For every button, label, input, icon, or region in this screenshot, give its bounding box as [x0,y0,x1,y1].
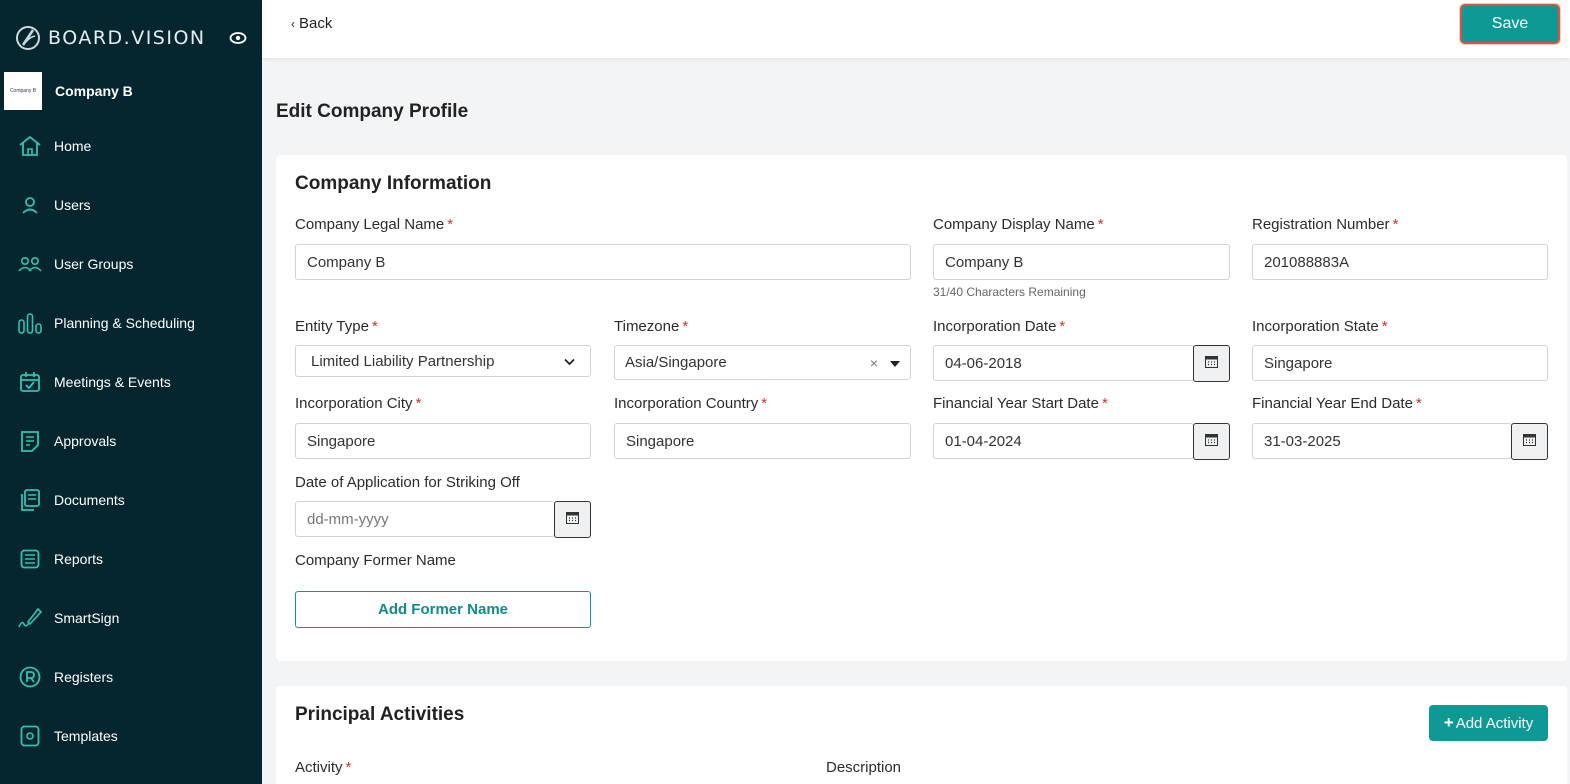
fy-end-calendar-button[interactable] [1511,423,1548,460]
sidebar-item-label: Meetings & Events [54,373,171,390]
sidebar-item-approvals[interactable]: Approvals [0,411,262,470]
sidebar-item-label: User Groups [54,255,134,272]
legal-name-input[interactable]: Company B [295,244,911,280]
section-title-principal-activities: Principal Activities [295,704,465,725]
pen-icon [18,606,42,630]
user-icon [18,193,42,217]
calendar-icon [566,511,579,529]
chevron-down-icon [564,353,575,370]
user-groups-icon [18,252,42,276]
display-name-char-count: 31/40 Characters Remaining [933,285,1086,299]
timezone-select[interactable]: Asia/Singapore × [614,345,911,380]
sidebar-item-reports[interactable]: Reports [0,529,262,588]
fy-start-calendar-button[interactable] [1193,423,1230,460]
incorporation-country-input[interactable]: Singapore [614,423,911,459]
registration-number-label: Registration Number * [1252,216,1399,233]
sidebar-item-label: Users [54,196,91,213]
calendar-icon [1205,433,1218,451]
calendar-icon [1205,355,1218,373]
home-icon [18,134,42,158]
company-logo: Company B [4,72,42,110]
calendar-check-icon [18,370,42,394]
incorporation-date-input[interactable]: 04-06-2018 [933,345,1194,381]
company-switcher[interactable]: Company B Company B [4,72,133,110]
sidebar-item-users[interactable]: Users [0,175,262,234]
incorporation-state-input[interactable]: Singapore [1252,345,1548,381]
sidebar-item-label: Templates [54,727,118,744]
principal-activities-card [276,686,1567,784]
registered-icon [18,665,42,689]
chevron-left-icon: ‹ [291,17,295,31]
striking-off-label: Date of Application for Striking Off [295,474,520,491]
incorporation-city-input[interactable]: Singapore [295,423,591,459]
sidebar-item-home[interactable]: Home [0,116,262,175]
incorporation-date-label: Incorporation Date * [933,318,1066,335]
sidebar-item-documents[interactable]: Documents [0,470,262,529]
fy-end-input[interactable]: 31-03-2025 [1252,423,1512,459]
entity-type-select[interactable]: Limited Liability Partnership [295,345,591,377]
sidebar-item-smartsign[interactable]: SmartSign [0,588,262,647]
sidebar-nav: Home Users User Groups Planning & Schedu… [0,116,262,765]
eye-toggle-icon[interactable] [229,30,247,46]
sidebar-item-meetings[interactable]: Meetings & Events [0,352,262,411]
add-former-name-button[interactable]: Add Former Name [295,591,591,628]
activity-label: Activity * [295,759,352,776]
fy-start-label: Financial Year Start Date * [933,395,1108,412]
page-title: Edit Company Profile [276,101,469,122]
incorporation-city-label: Incorporation City * [295,395,422,412]
fy-start-input[interactable]: 01-04-2024 [933,423,1194,459]
clear-icon[interactable]: × [870,355,878,371]
reports-icon [18,547,42,571]
incorporation-country-label: Incorporation Country * [614,395,768,412]
timezone-label: Timezone * [614,318,689,335]
sidebar-item-label: Approvals [54,432,117,449]
striking-off-calendar-button[interactable] [554,501,591,538]
sidebar-item-label: Documents [54,491,125,508]
striking-off-date-input[interactable]: dd-mm-yyyy [295,501,555,537]
former-name-label: Company Former Name [295,552,456,569]
sidebar: BOARD.VISION Company B Company B Home Us… [0,0,262,784]
incorporation-date-calendar-button[interactable] [1193,345,1230,382]
brand[interactable]: BOARD.VISION [14,24,206,52]
add-activity-button[interactable]: + Add Activity [1429,705,1548,741]
sidebar-item-label: Planning & Scheduling [54,314,195,331]
sidebar-item-label: Registers [54,668,114,685]
fy-end-label: Financial Year End Date * [1252,395,1422,412]
registration-number-input[interactable]: 201088883A [1252,244,1548,280]
calendar-icon [1523,433,1536,451]
legal-name-label: Company Legal Name * [295,216,454,233]
sidebar-item-label: Reports [54,550,104,567]
sidebar-item-registers[interactable]: Registers [0,647,262,706]
back-link[interactable]: ‹ Back [291,15,332,32]
planning-icon [18,311,42,335]
board-vision-logo-icon [14,24,42,52]
company-name: Company B [55,83,133,99]
sidebar-item-label: SmartSign [54,609,120,626]
documents-icon [18,488,42,512]
caret-down-icon[interactable] [890,354,900,371]
top-bar: ‹ Back Save [262,0,1570,58]
entity-type-label: Entity Type * [295,318,378,335]
sidebar-item-templates[interactable]: Templates [0,706,262,765]
section-title-company-information: Company Information [295,173,492,194]
brand-name: BOARD.VISION [48,27,206,49]
display-name-label: Company Display Name * [933,216,1104,233]
description-label: Description [826,759,902,776]
save-button[interactable]: Save [1460,4,1560,44]
incorporation-state-label: Incorporation State * [1252,318,1388,335]
sidebar-item-user-groups[interactable]: User Groups [0,234,262,293]
sidebar-item-label: Home [54,137,92,154]
plus-icon: + [1443,713,1454,732]
approvals-icon [18,429,42,453]
templates-icon [18,724,42,748]
display-name-input[interactable]: Company B [933,244,1230,280]
sidebar-item-planning[interactable]: Planning & Scheduling [0,293,262,352]
